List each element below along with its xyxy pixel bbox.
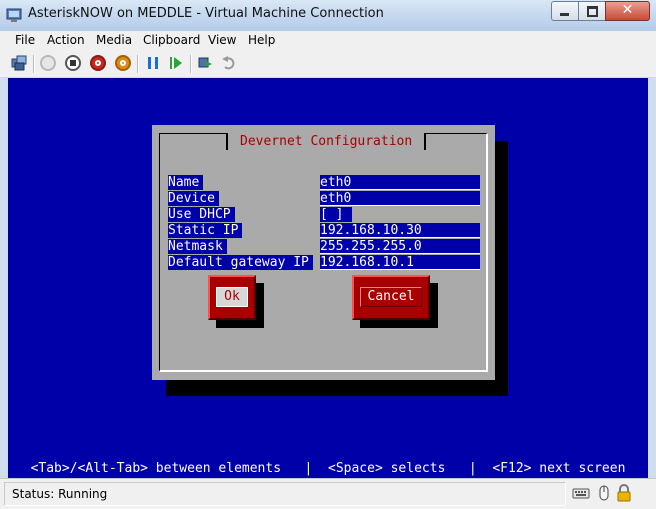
menu-file[interactable]: File [15, 33, 35, 47]
menu-help[interactable]: Help [248, 33, 275, 47]
name-field[interactable]: eth0 [320, 175, 480, 190]
use-dhcp-label: Use DHCP [168, 207, 235, 222]
snapshot-icon[interactable] [197, 55, 213, 71]
menu-view[interactable]: View [208, 33, 236, 47]
name-label: Name [168, 175, 204, 190]
start-icon[interactable] [40, 55, 56, 71]
window-controls: ✕ [551, 1, 650, 21]
revert-icon[interactable] [221, 55, 237, 71]
window-title: AsteriskNOW on MEDDLE - Virtual Machine … [28, 6, 384, 21]
ok-button-label: Ok [216, 287, 248, 307]
close-icon: ✕ [621, 2, 634, 18]
default-gateway-field[interactable]: 192.168.10.1 [320, 255, 480, 270]
device-field[interactable]: eth0 [320, 191, 480, 206]
virtual-machine-icon [6, 8, 22, 22]
devernet-configuration-dialog: Devernet Configuration Name Device Use D… [152, 125, 495, 380]
reset-icon[interactable] [168, 55, 184, 71]
toolbar [0, 51, 656, 78]
menu-action[interactable]: Action [47, 33, 85, 47]
cancel-button[interactable]: Cancel [352, 275, 430, 320]
keyboard-icon [572, 488, 590, 499]
window-title-bar: AsteriskNOW on MEDDLE - Virtual Machine … [0, 0, 656, 32]
menu-media[interactable]: Media [96, 33, 132, 47]
ctrl-alt-del-icon[interactable] [11, 55, 27, 71]
lock-icon [617, 484, 631, 502]
static-ip-label: Static IP [168, 223, 243, 238]
menu-bar: File Action Media Clipboard View Help [0, 31, 656, 51]
status-text: Status: Running [12, 487, 108, 501]
dialog-title: Devernet Configuration [226, 133, 427, 150]
netmask-label: Netmask [168, 239, 227, 254]
netmask-field[interactable]: 255.255.255.0 [320, 239, 480, 254]
minimize-button[interactable] [551, 1, 578, 21]
pause-icon[interactable] [145, 55, 161, 71]
use-dhcp-checkbox[interactable]: [ ] [320, 207, 352, 222]
mouse-capture-icon [599, 485, 609, 501]
turn-off-icon-stop[interactable] [65, 55, 81, 71]
cancel-button-label: Cancel [360, 287, 422, 307]
menu-clipboard[interactable]: Clipboard [143, 33, 200, 47]
ok-button[interactable]: Ok [208, 275, 256, 320]
device-label: Device [168, 191, 219, 206]
close-button[interactable]: ✕ [605, 1, 650, 21]
maximize-button[interactable] [578, 1, 605, 21]
vm-console-screen[interactable]: Devernet Configuration Name Device Use D… [8, 78, 648, 478]
shut-down-icon[interactable] [115, 55, 131, 71]
default-gateway-label: Default gateway IP [168, 255, 313, 270]
status-panel: Status: Running [4, 482, 566, 506]
static-ip-field[interactable]: 192.168.10.30 [320, 223, 480, 238]
console-help-line: <Tab>/<Alt-Tab> between elements | <Spac… [30, 461, 626, 476]
status-bar: Status: Running [0, 478, 656, 509]
turn-off-icon[interactable] [90, 55, 106, 71]
